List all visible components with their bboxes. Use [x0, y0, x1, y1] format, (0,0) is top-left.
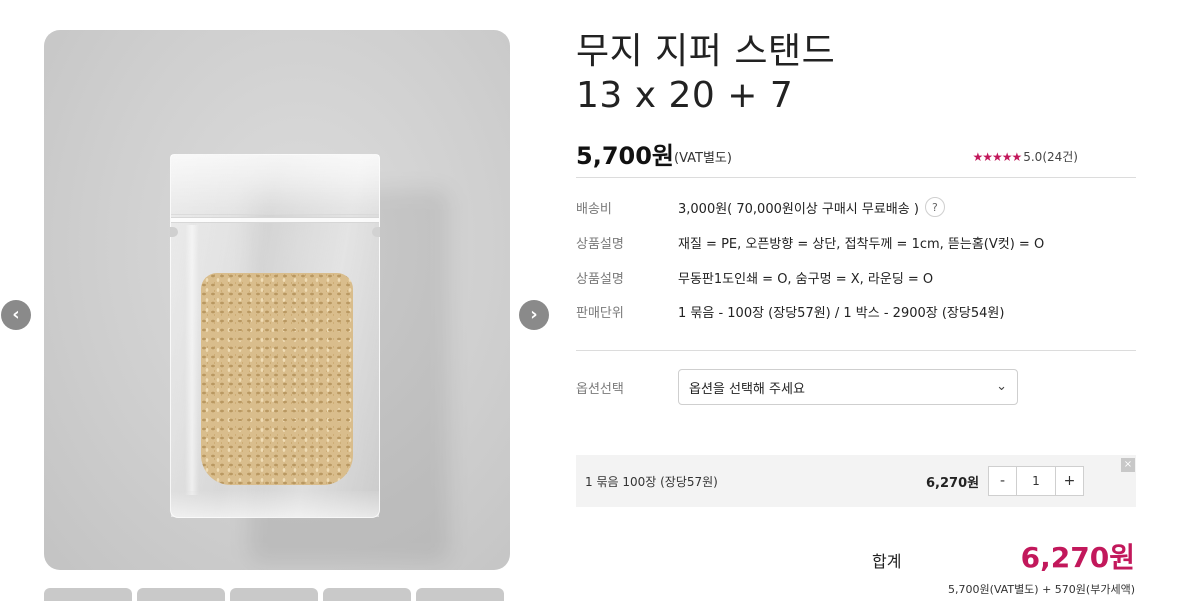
info-value: 재질 = PE, 오픈방향 = 상단, 접착두께 = 1cm, 뜯는홈(V컷) …	[678, 236, 1045, 252]
thumbnail[interactable]	[416, 588, 504, 601]
info-row-description: 상품설명 재질 = PE, 오픈방향 = 상단, 접착두께 = 1cm, 뜯는홈…	[576, 231, 1136, 253]
tear-notch-right	[372, 227, 380, 237]
product-main-image[interactable]	[44, 30, 510, 570]
price-vat-note: (VAT별도)	[674, 151, 732, 166]
product-title-line1: 무지 지퍼 스탠드	[576, 31, 836, 72]
review-rating[interactable]: ★★★★★ 5.0(24건)	[972, 148, 1078, 165]
info-row-sales-unit: 판매단위 1 묶음 - 100장 (장당57원) / 1 박스 - 2900장 …	[576, 300, 1136, 322]
selected-option-label: 1 묶음 100장 (장당57원)	[585, 475, 718, 489]
gallery-prev-button[interactable]: ‹	[1, 300, 31, 330]
info-label: 상품설명	[576, 271, 624, 287]
quantity-decrease-button[interactable]: -	[989, 467, 1017, 495]
product-title-line2: 13 x 20 + 7	[576, 75, 794, 116]
quantity-input[interactable]: 1	[1017, 467, 1055, 495]
info-label: 판매단위	[576, 305, 624, 321]
tear-notch-left	[170, 227, 178, 237]
selected-option-item: 1 묶음 100장 (장당57원) 6,270원 - 1 + ×	[576, 455, 1136, 507]
gallery-next-button[interactable]: ›	[519, 300, 549, 330]
price-row: 5,700원 (VAT별도) ★★★★★ 5.0(24건)	[576, 136, 1136, 178]
option-label: 옵션선택	[576, 382, 624, 397]
quantity-stepper: - 1 +	[988, 466, 1084, 496]
zipper-pouch-image	[170, 154, 380, 518]
pouch-highlight	[185, 225, 199, 495]
pouch-zipper	[171, 217, 379, 223]
chevron-right-icon: ›	[530, 304, 538, 325]
rice-grains	[201, 273, 353, 485]
option-select-value: 옵션을 선택해 주세요	[689, 381, 805, 397]
info-value: 무동판1도인쇄 = O, 숨구멍 = X, 라운딩 = O	[678, 271, 934, 287]
total-breakdown: 5,700원(VAT별도) + 570원(부가세액)	[947, 583, 1135, 596]
info-row-description: 상품설명 무동판1도인쇄 = O, 숨구멍 = X, 라운딩 = O	[576, 266, 1136, 288]
pouch-top	[171, 155, 379, 215]
info-value: 1 묶음 - 100장 (장당57원) / 1 박스 - 2900장 (장당54…	[678, 305, 1005, 321]
info-label: 배송비	[576, 201, 612, 217]
thumbnail[interactable]	[44, 588, 132, 601]
info-row-shipping: 배송비 3,000원( 70,000원이상 구매시 무료배송 ) ?	[576, 196, 1136, 218]
shipping-fee-text: 3,000원( 70,000원이상 구매시 무료배송 )	[678, 201, 919, 217]
pouch-bottom	[171, 491, 379, 517]
thumbnail[interactable]	[230, 588, 318, 601]
thumbnail-strip	[44, 588, 504, 601]
product-price: 5,700원	[576, 142, 674, 170]
total-price: 6,270원	[1020, 541, 1135, 574]
help-icon[interactable]: ?	[924, 197, 945, 217]
rating-text: 5.0(24건)	[1023, 150, 1078, 164]
chevron-left-icon: ‹	[12, 304, 20, 325]
selected-option-price: 6,270원	[926, 476, 980, 491]
info-label: 상품설명	[576, 236, 624, 252]
thumbnail[interactable]	[323, 588, 411, 601]
section-divider	[576, 350, 1136, 351]
thumbnail[interactable]	[137, 588, 225, 601]
product-title: 무지 지퍼 스탠드 13 x 20 + 7	[576, 30, 835, 118]
chevron-down-icon: ⌄	[996, 379, 1007, 394]
info-value: 3,000원( 70,000원이상 구매시 무료배송 ) ?	[678, 197, 945, 217]
total-label: 합계	[872, 552, 902, 571]
remove-option-button[interactable]: ×	[1121, 458, 1135, 472]
star-rating-icon: ★★★★★	[972, 149, 1022, 164]
option-select[interactable]: 옵션을 선택해 주세요 ⌄	[678, 369, 1018, 405]
quantity-increase-button[interactable]: +	[1055, 467, 1083, 495]
